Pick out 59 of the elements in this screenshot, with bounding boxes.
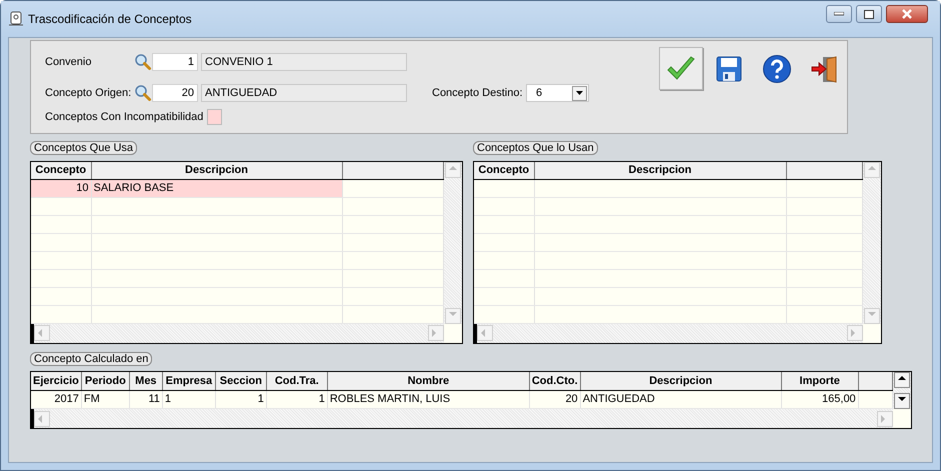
window-title: Trascodificación de Conceptos [28,11,193,28]
minimize-icon [834,12,844,16]
search-icon[interactable] [134,53,152,71]
field-label: Concepto Origen: [45,86,132,101]
maximize-button[interactable] [856,5,882,23]
column-header: Cod.Tra. [266,372,328,390]
maximize-icon [864,10,874,18]
column-header: Descripcion [534,162,786,180]
table-cell: SALARIO BASE [91,180,342,198]
column-header: Mes [129,372,162,390]
group-label: Conceptos Que Usa [30,141,138,155]
table-cell: 2017 [31,390,82,408]
minimize-button[interactable] [826,5,852,23]
table-row[interactable]: 10 SALARIO BASE [31,180,443,198]
field-label: Concepto Destino: [432,86,524,101]
scroll-down-button[interactable] [894,393,910,409]
column-header: Descripcion [580,372,782,390]
column-header: Nombre [327,372,530,390]
scroll-up-button[interactable] [894,372,910,388]
checkmark-button[interactable] [659,47,703,90]
table-cell: 10 [31,180,91,198]
close-icon [901,9,913,19]
column-header: Periodo [81,372,130,390]
column-header: Concepto [474,162,534,180]
table-row[interactable]: 2017 FM 11 1 1 1 ROBLES MARTIN, LUIS 20 ANTIGUEDAD 165,00 [31,390,892,408]
help-icon [762,54,792,84]
table-cell: ROBLES MARTIN, LUIS [327,390,530,408]
dropdown[interactable]: 6 [526,84,589,102]
table-cell: 165,00 [781,390,858,408]
search-icon[interactable] [134,84,152,102]
column-header: Seccion [215,372,266,390]
scroll-up-button[interactable] [445,162,461,178]
field-label: Convenio [45,54,92,70]
legend-label: Conceptos Con Incompatibilidad [45,110,204,125]
close-button[interactable] [886,5,928,23]
column-header: Importe [781,372,858,390]
table-cell: 1 [162,390,216,408]
code-field[interactable]: 1 [152,53,198,71]
column-header: Ejercicio [31,372,82,390]
description-field: ANTIGUEDAD [201,84,407,102]
table-cell: 20 [529,390,580,408]
table-cell: FM [81,390,130,408]
table-cell: 1 [215,390,266,408]
caret-icon [572,86,587,100]
code-field[interactable]: 20 [152,84,198,102]
column-header: Concepto [31,162,91,180]
scroll-up-button[interactable] [864,162,880,178]
app-icon [8,11,24,27]
table-cell: ANTIGUEDAD [580,390,782,408]
column-header: Empresa [162,372,216,390]
table-cell: 11 [129,390,162,408]
group-label: Concepto Calculado en [30,352,152,366]
checkmark-icon [666,56,696,82]
column-header: Cod.Cto. [529,372,580,390]
description-field: CONVENIO 1 [201,53,407,71]
save-icon [716,56,742,82]
group-label: Conceptos Que lo Usan [473,141,598,155]
table-cell: 1 [266,390,328,408]
column-header: Descripcion [91,162,342,180]
